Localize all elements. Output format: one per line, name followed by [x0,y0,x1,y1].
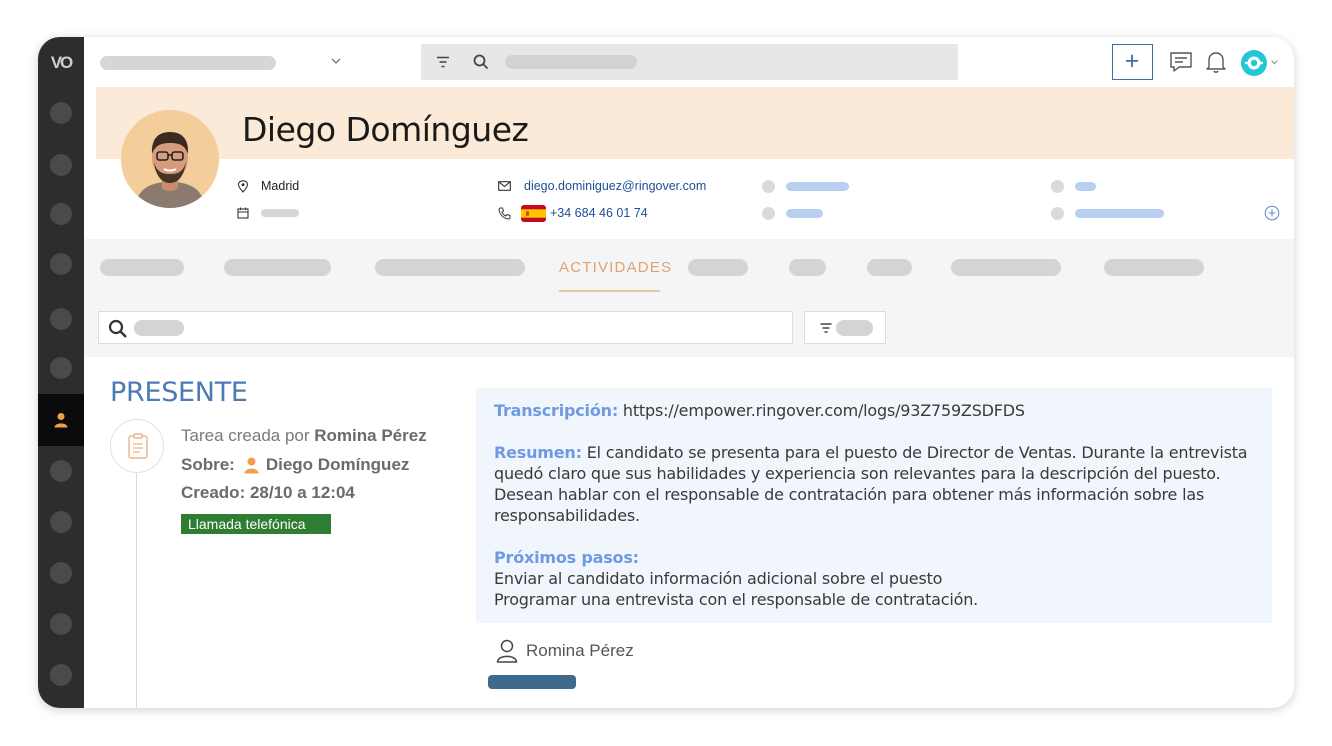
envelope-icon [498,181,511,191]
task-created-date: Creado: 28/10 a 12:04 [181,483,355,503]
contact-phone-row: +34 684 46 01 74 [498,204,648,222]
transcript-label: Transcripción: [494,401,619,420]
search-icon [108,319,127,338]
about-contact-name[interactable]: Diego Domínguez [266,455,410,475]
filter-placeholder [836,320,873,336]
tab[interactable] [688,259,748,276]
timeline-line [136,449,137,708]
phone-icon [498,207,511,220]
info-dot [762,207,775,220]
chevron-down-icon[interactable] [331,58,341,65]
created-by-name[interactable]: Romina Pérez [314,426,426,445]
global-search-bar[interactable] [421,44,958,80]
contact-city: Madrid [261,179,300,193]
tab[interactable] [789,259,826,276]
summary-label: Resumen: [494,443,582,462]
created-by-label: Tarea creada por [181,426,310,445]
tab[interactable] [1104,259,1204,276]
contact-location: Madrid [237,177,299,195]
tab[interactable] [100,259,184,276]
created-date: Creado: 28/10 a 12:04 [181,483,355,502]
author-action-button[interactable] [488,675,576,689]
section-title: PRESENTE [110,377,248,408]
sidebar-item[interactable] [50,664,72,686]
note-author: Romina Pérez [496,639,634,663]
spain-flag-icon [521,204,546,222]
app-window: VO + Diego Domínguez Madrid diego.domini… [38,37,1294,708]
next-step-item: Programar una entrevista con el responsa… [494,590,979,609]
filter-icon [820,323,832,333]
info-placeholder [786,182,849,191]
plus-icon: + [1124,47,1140,75]
contact-email-row: diego.dominiguez@ringover.com [498,177,706,195]
sidebar-item[interactable] [50,460,72,482]
top-bar: + [84,37,1294,87]
info-placeholder [786,209,823,218]
contact-birthday [237,204,299,222]
person-icon [54,413,68,428]
activity-search-input[interactable] [98,311,793,344]
contact-email[interactable]: diego.dominiguez@ringover.com [524,179,706,193]
call-summary-note: Transcripción: https://empower.ringover.… [476,388,1272,623]
tab-actividades[interactable]: ACTIVIDADES [559,259,672,276]
user-status-icon[interactable] [1239,48,1269,78]
sidebar-item[interactable] [50,154,72,176]
app-logo[interactable]: VO [47,53,75,73]
summary-paragraph: Resumen: El candidato se presenta para e… [494,442,1254,526]
active-tab-indicator [559,290,660,292]
info-dot [762,180,775,193]
chevron-down-icon[interactable] [1271,60,1278,65]
location-pin-icon [237,179,249,193]
info-placeholder [1075,209,1164,218]
sidebar-item[interactable] [50,511,72,533]
search-icon [473,54,489,70]
task-created-by: Tarea creada por Romina Pérez [181,426,427,446]
about-label: Sobre: [181,455,235,474]
add-button[interactable]: + [1112,44,1153,80]
tab[interactable] [224,259,331,276]
sidebar-item-contacts[interactable] [38,394,84,446]
summary-text: El candidato se presenta para el puesto … [494,443,1248,525]
tab[interactable] [375,259,525,276]
search-placeholder [134,320,184,336]
tab[interactable] [867,259,912,276]
info-dot [1051,207,1064,220]
chat-icon[interactable] [1169,50,1193,74]
sidebar-item[interactable] [50,357,72,379]
contact-avatar [121,110,219,208]
sidebar-item[interactable] [50,562,72,584]
activity-type-tag: Llamada telefónica [181,514,331,534]
activity-filter-button[interactable] [804,311,886,344]
left-sidebar: VO [38,37,84,708]
calendar-icon [237,207,249,219]
info-placeholder [1075,182,1096,191]
sidebar-item[interactable] [50,613,72,635]
next-steps: Próximos pasos: Enviar al candidato info… [494,547,1254,610]
task-icon-badge [110,419,164,473]
user-icon [496,639,518,663]
info-dot [1051,180,1064,193]
person-icon [244,457,259,473]
transcript-link[interactable]: https://empower.ringover.com/logs/93Z759… [623,401,1025,420]
clipboard-icon [128,433,148,459]
search-input[interactable] [505,55,637,69]
transcript-line: Transcripción: https://empower.ringover.… [494,400,1254,421]
next-step-item: Enviar al candidato información adiciona… [494,569,943,588]
sidebar-item[interactable] [50,308,72,330]
filter-icon[interactable] [436,56,450,68]
birthday-placeholder [261,209,299,217]
contact-phone[interactable]: +34 684 46 01 74 [550,206,648,220]
next-steps-label: Próximos pasos: [494,548,639,567]
sidebar-item[interactable] [50,102,72,124]
tab[interactable] [951,259,1061,276]
add-field-icon[interactable] [1264,205,1280,221]
contact-name: Diego Domínguez [242,110,529,149]
sidebar-item[interactable] [50,253,72,275]
author-name[interactable]: Romina Pérez [526,641,634,661]
sidebar-item[interactable] [50,203,72,225]
bell-icon[interactable] [1205,50,1227,74]
task-about: Sobre: Diego Domínguez [181,455,409,475]
workspace-selector[interactable] [100,56,276,70]
